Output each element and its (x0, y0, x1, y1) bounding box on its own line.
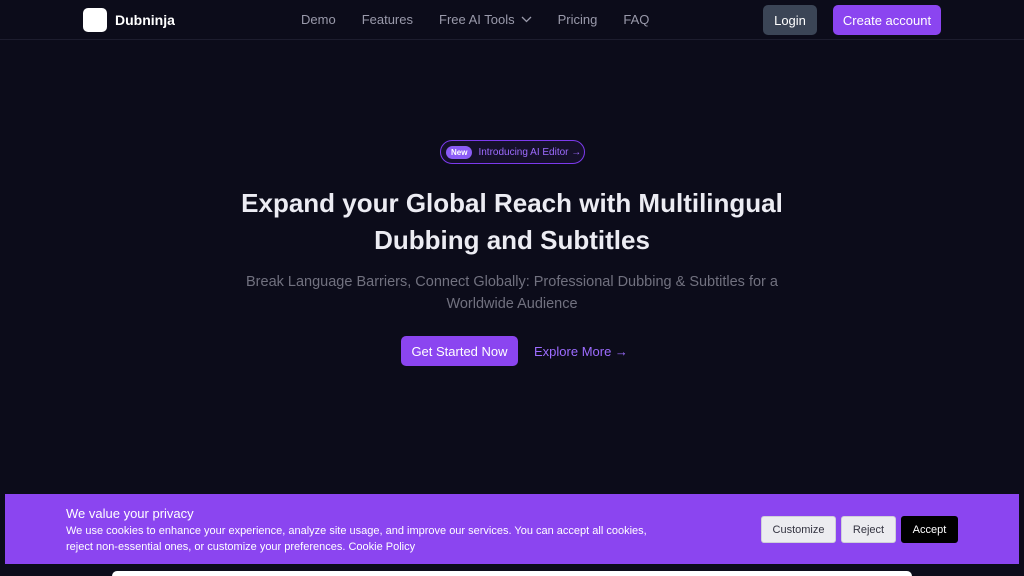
nav-free-ai-tools[interactable]: Free AI Tools (439, 12, 532, 27)
cookie-policy-link[interactable]: Cookie Policy (348, 541, 415, 553)
login-button[interactable]: Login (763, 5, 817, 35)
site-header: Dubninja Demo Features Free AI Tools Pri… (0, 0, 1024, 40)
cookie-title: We value your privacy (66, 506, 194, 521)
chevron-down-icon (521, 16, 532, 23)
main-nav: Demo Features Free AI Tools Pricing FAQ (301, 12, 649, 27)
brand-logo-link[interactable]: Dubninja (83, 7, 175, 32)
new-badge: New (446, 145, 473, 159)
accept-button[interactable]: Accept (901, 516, 958, 543)
dubninja-logo-icon (83, 7, 107, 32)
customize-button[interactable]: Customize (761, 516, 836, 543)
announcement-text: Introducing AI Editor → (478, 146, 582, 158)
nav-free-ai-tools-label: Free AI Tools (439, 12, 515, 27)
nav-faq[interactable]: FAQ (623, 12, 649, 27)
cookie-description: We use cookies to enhance your experienc… (66, 523, 676, 555)
brand-name: Dubninja (115, 11, 175, 28)
create-account-button[interactable]: Create account (833, 5, 941, 35)
nav-features[interactable]: Features (362, 12, 413, 27)
reject-button[interactable]: Reject (841, 516, 896, 543)
announcement-badge[interactable]: New Introducing AI Editor → (440, 140, 585, 164)
content-card-edge (112, 571, 912, 576)
get-started-button[interactable]: Get Started Now (401, 336, 518, 366)
cookie-consent-banner: We value your privacy We use cookies to … (5, 494, 1019, 564)
hero-title: Expand your Global Reach with Multilingu… (241, 188, 783, 255)
nav-pricing[interactable]: Pricing (558, 12, 598, 27)
nav-demo[interactable]: Demo (301, 12, 336, 27)
explore-more-link[interactable]: Explore More → (534, 343, 628, 359)
hero-subtitle: Break Language Barriers, Connect Globall… (246, 274, 778, 312)
